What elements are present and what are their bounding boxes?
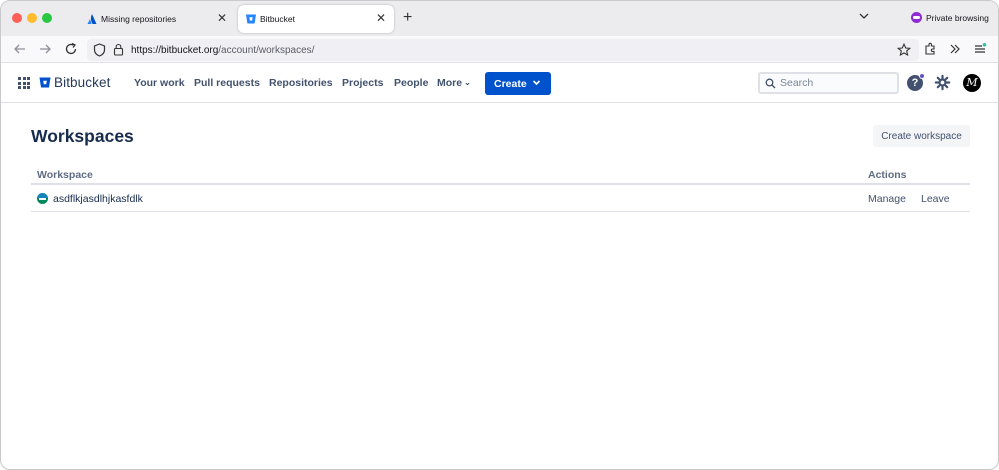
- page-title: Workspaces: [31, 126, 134, 146]
- user-avatar[interactable]: M: [963, 74, 981, 92]
- nav-your-work[interactable]: Your work: [134, 77, 185, 89]
- tab-missing-repositories[interactable]: Missing repositories ✕: [79, 5, 235, 33]
- notification-dot: [919, 73, 925, 79]
- table-row: asdflkjasdlhjkasfdlk Manage Leave: [31, 185, 970, 212]
- bitbucket-top-nav: Bitbucket Your work Pull requests Reposi…: [1, 64, 998, 103]
- back-arrow-icon[interactable]: [13, 42, 27, 56]
- bitbucket-icon: [246, 14, 256, 24]
- browser-window: Missing repositories ✕ Bitbucket ✕ + Pri…: [0, 0, 999, 470]
- gear-icon[interactable]: [934, 74, 951, 91]
- workspace-avatar: [37, 193, 48, 204]
- lock-icon[interactable]: [113, 43, 124, 56]
- column-header-actions: Actions: [868, 169, 907, 181]
- create-button-label: Create: [494, 77, 527, 90]
- tab-bitbucket[interactable]: Bitbucket ✕: [238, 5, 394, 33]
- nav-projects[interactable]: Projects: [342, 77, 383, 89]
- close-tab-icon[interactable]: ✕: [376, 11, 386, 25]
- atlassian-icon: [87, 14, 97, 24]
- logo-text: Bitbucket: [54, 75, 111, 90]
- url-host: https://bitbucket.org: [131, 45, 219, 56]
- tab-title: Bitbucket: [260, 14, 295, 24]
- nav-people[interactable]: People: [394, 77, 428, 89]
- close-tab-icon[interactable]: ✕: [217, 11, 227, 25]
- column-header-workspace: Workspace: [37, 169, 93, 181]
- private-browsing-label: Private browsing: [926, 12, 989, 23]
- private-browsing-icon: [911, 12, 922, 23]
- list-all-tabs-icon[interactable]: [857, 9, 871, 23]
- extensions-puzzle-icon[interactable]: [923, 42, 937, 56]
- reload-icon[interactable]: [64, 42, 78, 56]
- close-window-button[interactable]: [12, 13, 22, 23]
- nav-pull-requests[interactable]: Pull requests: [194, 77, 260, 89]
- url-text[interactable]: https://bitbucket.org/account/workspaces…: [131, 45, 314, 56]
- new-tab-button[interactable]: +: [403, 9, 412, 27]
- chevron-down-icon: [532, 80, 541, 86]
- table-header-row: Workspace Actions: [31, 164, 970, 185]
- workspaces-table: Workspace Actions asdflkjasdlhjkasfdlk M…: [31, 164, 970, 212]
- app-switcher-grid-icon[interactable]: [18, 77, 30, 89]
- workspace-name-link[interactable]: asdflkjasdlhjkasfdlk: [53, 193, 143, 205]
- url-path: /account/workspaces/: [218, 45, 315, 56]
- bitbucket-logo-icon: [39, 77, 51, 88]
- manage-link[interactable]: Manage: [868, 193, 906, 205]
- leave-link[interactable]: Leave: [921, 193, 950, 205]
- app-menu-icon[interactable]: [973, 42, 987, 56]
- search-box[interactable]: [758, 72, 899, 94]
- search-icon: [765, 78, 776, 89]
- bitbucket-logo[interactable]: Bitbucket: [39, 75, 110, 90]
- search-input[interactable]: [780, 76, 890, 90]
- url-bar[interactable]: https://bitbucket.org/account/workspaces…: [87, 39, 919, 61]
- nav-repositories[interactable]: Repositories: [269, 77, 333, 89]
- nav-more-label: More: [437, 77, 463, 89]
- private-browsing-indicator: Private browsing: [911, 12, 989, 23]
- forward-arrow-icon[interactable]: [38, 42, 52, 56]
- tab-title: Missing repositories: [101, 14, 177, 24]
- tab-strip: Missing repositories ✕ Bitbucket ✕ + Pri…: [1, 1, 998, 36]
- chevron-down-icon: ⌄: [464, 78, 471, 87]
- maximize-window-button[interactable]: [42, 13, 52, 23]
- minimize-window-button[interactable]: [27, 13, 37, 23]
- create-workspace-button[interactable]: Create workspace: [873, 125, 970, 147]
- bookmark-star-icon[interactable]: [897, 43, 911, 57]
- tracking-protection-shield-icon[interactable]: [93, 43, 106, 57]
- create-button[interactable]: Create: [485, 72, 551, 95]
- more-tools-chevron-icon[interactable]: [948, 42, 962, 56]
- navigation-toolbar: https://bitbucket.org/account/workspaces…: [1, 36, 998, 63]
- nav-more-dropdown[interactable]: More ⌄: [437, 77, 471, 89]
